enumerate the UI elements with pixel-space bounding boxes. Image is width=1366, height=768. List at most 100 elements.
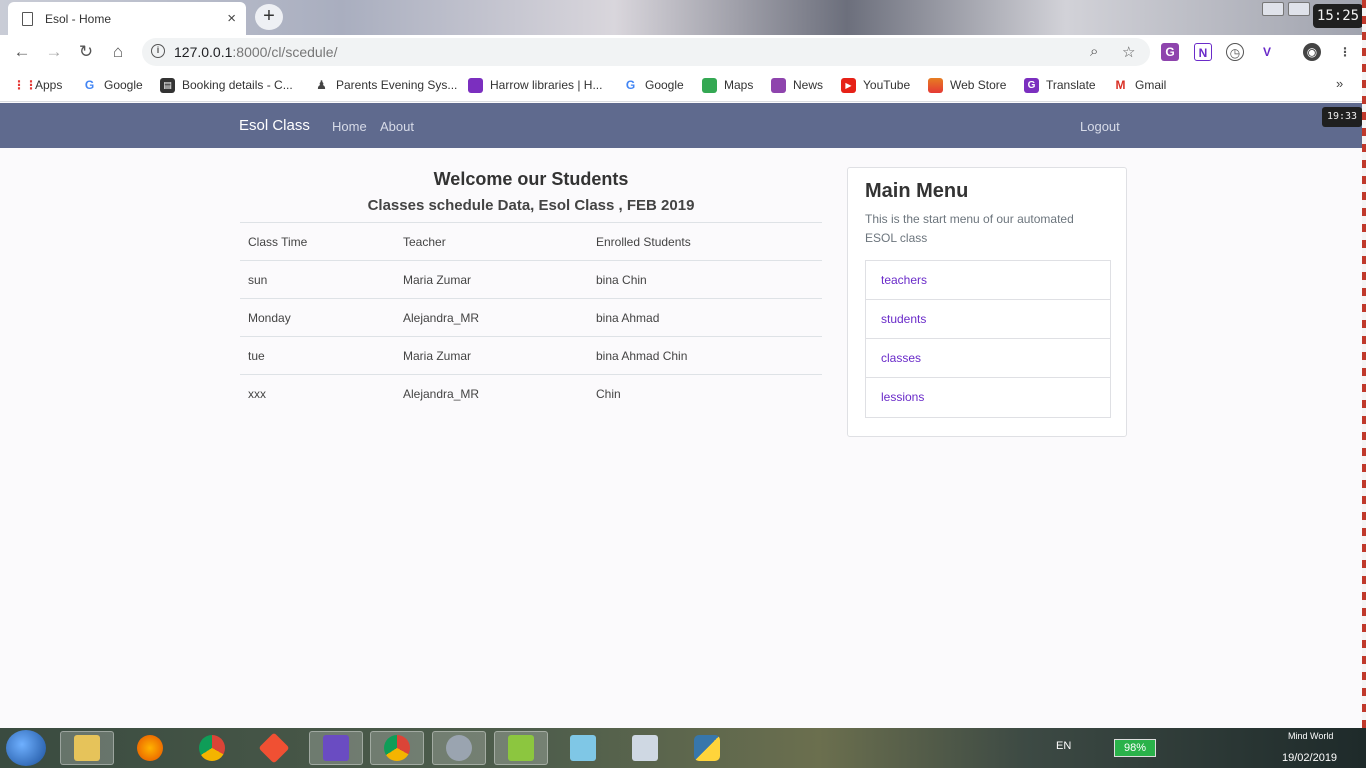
menu-title: Main Menu bbox=[865, 180, 969, 202]
bookmark-parents-evening[interactable]: ♟ Parents Evening Sys... bbox=[314, 76, 457, 94]
tab-close-icon[interactable]: × bbox=[227, 10, 236, 27]
bookmark-google-2[interactable]: G Google bbox=[623, 76, 684, 94]
extension-translate-icon[interactable]: G bbox=[1161, 43, 1179, 61]
screen-clock: 15:25 bbox=[1313, 4, 1363, 28]
tray-date[interactable]: 19/02/2019 bbox=[1282, 752, 1337, 764]
forward-icon[interactable]: → bbox=[43, 41, 65, 63]
maximize-button[interactable] bbox=[1288, 2, 1310, 16]
tab-title: Esol - Home bbox=[45, 11, 112, 26]
bookmark-web-store[interactable]: Web Store bbox=[928, 76, 1006, 94]
page-subtitle: Classes schedule Data, Esol Class , FEB … bbox=[367, 197, 695, 214]
bookmark-google[interactable]: G Google bbox=[82, 76, 143, 94]
taskbar-lambda-app[interactable] bbox=[494, 731, 548, 765]
cell-teacher: Alejandra_MR bbox=[395, 298, 588, 337]
nav-logout-link[interactable]: Logout bbox=[1080, 119, 1120, 134]
cell-teacher: Maria Zumar bbox=[395, 336, 588, 375]
translate-icon: G bbox=[1024, 77, 1039, 93]
back-icon[interactable]: ← bbox=[11, 41, 33, 63]
news-icon bbox=[771, 77, 786, 93]
cell-students: Chin bbox=[588, 374, 822, 413]
extension-clock-icon[interactable]: ◷ bbox=[1226, 43, 1244, 61]
minimize-button[interactable] bbox=[1262, 2, 1284, 16]
gmail-icon: M bbox=[1115, 77, 1126, 92]
extension-n-icon[interactable]: N bbox=[1194, 43, 1212, 61]
taskbar-git[interactable] bbox=[247, 731, 301, 765]
menu-item-lessions[interactable]: lessions bbox=[866, 378, 1110, 417]
taskbar-visual-studio[interactable] bbox=[309, 731, 363, 765]
youtube-icon: ▶ bbox=[841, 77, 856, 93]
chrome-menu-icon[interactable]: ⋮ bbox=[1336, 43, 1354, 61]
taskbar: EN 19/02/2019 bbox=[0, 728, 1366, 768]
table-row: xxx Alejandra_MR Chin bbox=[240, 374, 822, 413]
taskbar-remote-desktop[interactable] bbox=[618, 731, 672, 765]
maps-icon bbox=[702, 77, 717, 93]
bookmark-booking[interactable]: ▤ Booking details - C... bbox=[160, 76, 293, 94]
screen-edge-stripe bbox=[1362, 0, 1366, 728]
taskbar-chrome-active[interactable] bbox=[370, 731, 424, 765]
menu-description: This is the start menu of our automated … bbox=[865, 212, 1074, 245]
info-icon[interactable]: i bbox=[151, 44, 165, 58]
page-title: Welcome our Students bbox=[433, 169, 629, 189]
start-button[interactable] bbox=[6, 730, 46, 766]
home-icon[interactable]: ⌂ bbox=[107, 41, 129, 63]
remote-desktop-icon bbox=[632, 735, 658, 761]
folder-icon bbox=[74, 735, 100, 761]
git-icon bbox=[258, 732, 290, 764]
menu-item-students[interactable]: students bbox=[866, 300, 1110, 339]
url-text[interactable]: 127.0.0.1:8000/cl/scedule/ bbox=[174, 44, 337, 60]
taskbar-notes[interactable] bbox=[556, 731, 610, 765]
zoom-icon[interactable]: ⌕ bbox=[1090, 43, 1098, 60]
nav-home-link[interactable]: Home bbox=[332, 119, 367, 134]
bookmark-maps[interactable]: Maps bbox=[702, 76, 753, 94]
bookmarks-overflow-icon[interactable]: » bbox=[1336, 76, 1343, 91]
watermark: Mind World bbox=[1288, 731, 1334, 741]
schedule-table: Class Time Teacher Enrolled Students sun… bbox=[240, 222, 822, 413]
language-indicator[interactable]: EN bbox=[1056, 740, 1071, 752]
cell-teacher: Maria Zumar bbox=[395, 260, 588, 299]
taskbar-file-explorer[interactable] bbox=[60, 731, 114, 765]
bookmark-youtube[interactable]: ▶ YouTube bbox=[841, 76, 910, 94]
notes-icon bbox=[570, 735, 596, 761]
taskbar-snipping-tool[interactable] bbox=[432, 731, 486, 765]
bookmark-apps[interactable]: ⋮⋮ Apps bbox=[13, 76, 62, 94]
browser-toolbar: ← → ↻ ⌂ i 127.0.0.1:8000/cl/scedule/ ⌕ ☆… bbox=[0, 35, 1366, 69]
menu-item-teachers[interactable]: teachers bbox=[866, 261, 1110, 300]
booking-icon: ▤ bbox=[160, 77, 175, 93]
cell-class-time: tue bbox=[240, 336, 395, 375]
taskbar-firefox[interactable] bbox=[123, 731, 177, 765]
profile-avatar[interactable]: ◉ bbox=[1303, 43, 1321, 61]
bookmark-star-icon[interactable]: ☆ bbox=[1122, 43, 1135, 61]
taskbar-chrome[interactable] bbox=[185, 731, 239, 765]
google-icon: G bbox=[625, 77, 636, 92]
brand-link[interactable]: Esol Class bbox=[239, 117, 310, 134]
column-header-teacher: Teacher bbox=[395, 222, 588, 261]
nav-about-link[interactable]: About bbox=[380, 119, 414, 134]
cell-class-time: sun bbox=[240, 260, 395, 299]
taskbar-python[interactable] bbox=[680, 731, 734, 765]
lambda-icon bbox=[508, 735, 534, 761]
cell-class-time: Monday bbox=[240, 298, 395, 337]
browser-tab[interactable]: Esol - Home × bbox=[8, 2, 246, 35]
visual-studio-icon bbox=[323, 735, 349, 761]
python-icon bbox=[694, 735, 720, 761]
bookmark-news[interactable]: News bbox=[771, 76, 823, 94]
extension-v-icon[interactable]: V bbox=[1258, 43, 1276, 61]
bookmark-harrow-libraries[interactable]: Harrow libraries | H... bbox=[468, 76, 602, 94]
reload-icon[interactable]: ↻ bbox=[75, 41, 97, 63]
new-tab-button[interactable]: + bbox=[255, 4, 283, 30]
bookmark-gmail[interactable]: M Gmail bbox=[1113, 76, 1167, 94]
menu-item-classes[interactable]: classes bbox=[866, 339, 1110, 378]
cell-students: bina Ahmad Chin bbox=[588, 336, 822, 375]
chrome-icon bbox=[199, 735, 225, 761]
table-row: Monday Alejandra_MR bina Ahmad bbox=[240, 298, 822, 337]
bookmark-translate[interactable]: G Translate bbox=[1024, 76, 1096, 94]
table-row: tue Maria Zumar bina Ahmad Chin bbox=[240, 336, 822, 375]
cell-students: bina Chin bbox=[588, 260, 822, 299]
battery-indicator[interactable]: 98% bbox=[1114, 739, 1156, 757]
bookmarks-bar: ⋮⋮ Apps G Google ▤ Booking details - C... ♟… bbox=[0, 69, 1366, 102]
app-navbar: Esol Class Home About Logout bbox=[0, 103, 1362, 148]
snipping-tool-icon bbox=[446, 735, 472, 761]
browser-tab-strip: Esol - Home × + 15:25 bbox=[0, 0, 1366, 35]
address-bar[interactable]: i 127.0.0.1:8000/cl/scedule/ ⌕ ☆ bbox=[142, 38, 1150, 66]
cell-teacher: Alejandra_MR bbox=[395, 374, 588, 413]
